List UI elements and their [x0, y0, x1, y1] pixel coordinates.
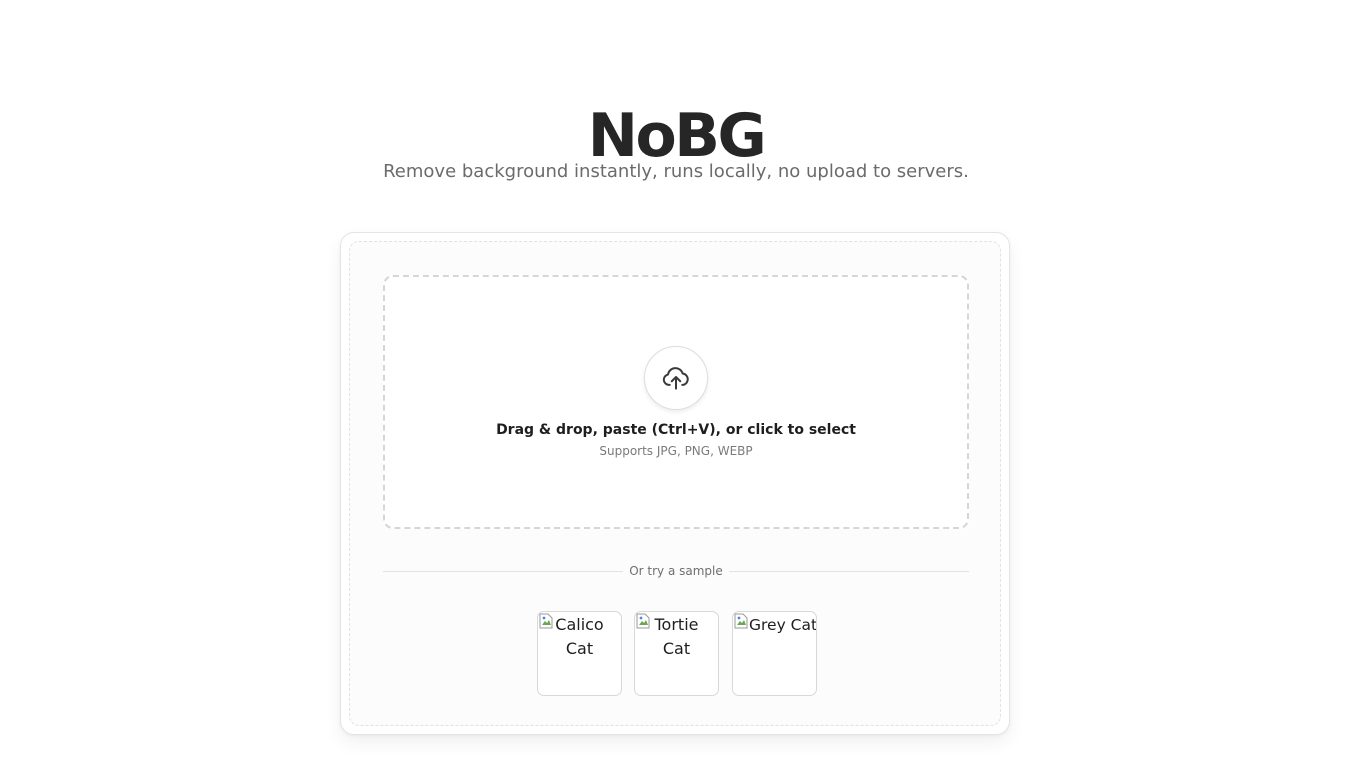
sample-tortie-cat[interactable]: Tortie Cat: [634, 611, 719, 696]
dropzone-instructions: Drag & drop, paste (Ctrl+V), or click to…: [496, 422, 856, 438]
sample-calico-cat[interactable]: Calico Cat: [537, 611, 622, 696]
supported-formats: Supports JPG, PNG, WEBP: [599, 444, 753, 458]
divider-right: [729, 571, 969, 572]
divider-left: [383, 571, 623, 572]
upload-icon-container: [644, 346, 708, 410]
sample-alt-text: Tortie Cat: [654, 615, 699, 658]
sample-alt-text: Grey Cat: [749, 616, 817, 634]
upload-card-inner: Drag & drop, paste (Ctrl+V), or click to…: [349, 241, 1001, 726]
cloud-upload-icon: [662, 367, 689, 390]
sample-divider-label: Or try a sample: [629, 564, 723, 578]
sample-alt-text: Calico Cat: [555, 615, 604, 658]
page: NoBG Remove background instantly, runs l…: [0, 0, 1352, 760]
app-tagline: Remove background instantly, runs locall…: [383, 161, 969, 182]
sample-list: Calico Cat Tortie Cat Grey Cat: [537, 611, 817, 696]
upload-card: Drag & drop, paste (Ctrl+V), or click to…: [340, 232, 1010, 735]
file-dropzone[interactable]: Drag & drop, paste (Ctrl+V), or click to…: [383, 275, 969, 529]
sample-grey-cat[interactable]: Grey Cat: [732, 611, 817, 696]
